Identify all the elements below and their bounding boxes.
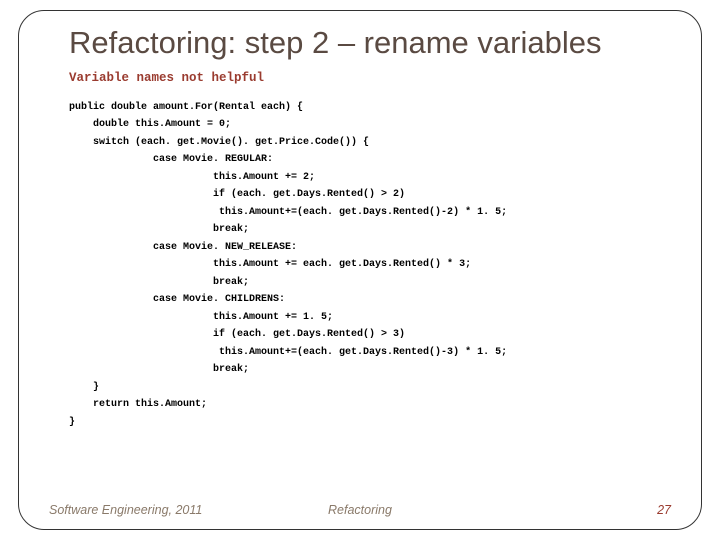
footer-center: Refactoring — [19, 503, 701, 517]
slide: Refactoring: step 2 – rename variables V… — [0, 0, 720, 540]
code-block: public double amount.For(Rental each) { … — [69, 99, 673, 432]
slide-subheading: Variable names not helpful — [69, 71, 673, 85]
slide-title: Refactoring: step 2 – rename variables — [69, 25, 673, 61]
slide-footer: Software Engineering, 2011 Refactoring 2… — [19, 503, 701, 517]
content-card: Refactoring: step 2 – rename variables V… — [18, 10, 702, 530]
